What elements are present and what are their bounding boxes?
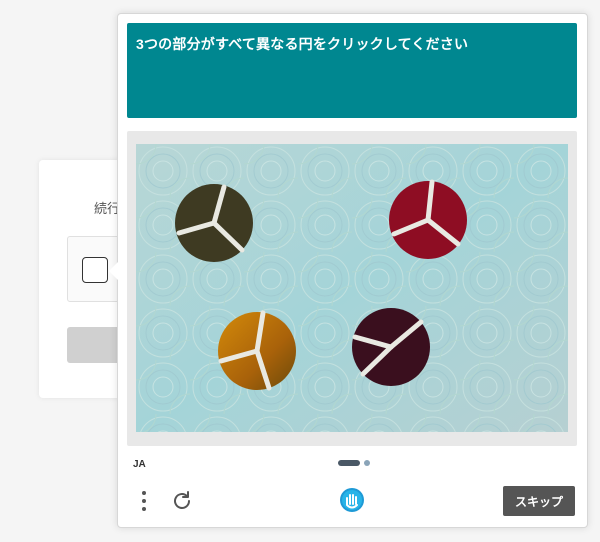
- page: 続行 3つの部分がすべて異なる円をクリックしてください JA スキップ: [0, 0, 600, 542]
- language-selector[interactable]: JA: [133, 459, 146, 470]
- circle-option-top-left[interactable]: [175, 184, 253, 262]
- menu-button[interactable]: [134, 489, 154, 513]
- circle-option-top-right[interactable]: [389, 179, 467, 259]
- verify-checkbox[interactable]: [82, 257, 108, 283]
- hand-logo-icon: [338, 486, 366, 514]
- skip-button[interactable]: スキップ: [503, 486, 575, 516]
- prompt-text: 3つの部分がすべて異なる円をクリックしてください: [136, 36, 469, 52]
- task-frame: [127, 131, 577, 446]
- task-image[interactable]: [136, 144, 568, 432]
- pager-dot: [364, 460, 370, 466]
- challenge-popup: 3つの部分がすべて異なる円をクリックしてください JA スキップ: [109, 13, 588, 528]
- refresh-button[interactable]: [170, 489, 194, 513]
- circle-option-bottom-right[interactable]: [352, 308, 430, 386]
- vertical-ellipsis-icon: [142, 491, 146, 511]
- prompt-banner: 3つの部分がすべて異なる円をクリックしてください: [127, 23, 577, 118]
- pager-dot-current: [338, 460, 360, 466]
- refresh-icon: [174, 491, 190, 509]
- circle-option-bottom-left[interactable]: [218, 310, 296, 391]
- task-image-canvas[interactable]: [136, 144, 568, 432]
- popup-pointer: [109, 262, 118, 280]
- pager: [338, 460, 370, 466]
